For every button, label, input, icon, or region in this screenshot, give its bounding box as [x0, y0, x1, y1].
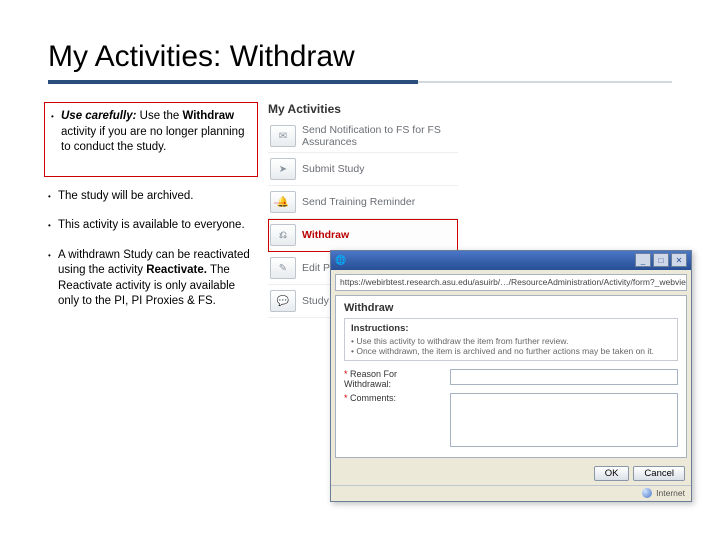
activity-send-notification[interactable]: ✉ Send Notification to FS for FS Assuran…	[268, 120, 458, 153]
bullet-reactivate: A withdrawn Study can be reactivated usi…	[48, 248, 258, 310]
mail-icon: ✉	[270, 125, 296, 147]
title-rule	[48, 80, 672, 84]
comments-label: * Comments:	[344, 393, 444, 403]
browser-icon: 🌐	[335, 255, 346, 266]
ok-button[interactable]: OK	[594, 466, 630, 481]
dialog-titlebar: 🌐 _ □ ✕	[331, 251, 691, 270]
reason-label: * Reason For Withdrawal:	[344, 369, 444, 389]
cancel-button[interactable]: Cancel	[633, 466, 685, 481]
slide-title: My Activities: Withdraw	[48, 40, 672, 74]
activity-submit-study[interactable]: ➤ Submit Study	[268, 153, 458, 186]
withdraw-icon: ⎌	[270, 224, 296, 246]
close-button[interactable]: ✕	[671, 253, 687, 267]
bullet-archived: The study will be archived.	[48, 189, 258, 205]
address-bar[interactable]: https://webirbtest.research.asu.edu/asui…	[335, 274, 687, 291]
comment-icon: 💬	[270, 290, 296, 312]
instruction-bullets: Use carefully: Use the Withdraw activity…	[48, 102, 258, 324]
minimize-button[interactable]: _	[635, 253, 651, 267]
withdraw-dialog: 🌐 _ □ ✕ https://webirbtest.research.asu.…	[330, 250, 692, 502]
activity-send-training[interactable]: 🔔 Send Training Reminder	[268, 186, 458, 219]
globe-icon	[642, 488, 652, 498]
reason-input[interactable]	[450, 369, 678, 385]
instructions-box: Instructions: • Use this activity to wit…	[344, 318, 678, 361]
withdraw-word: Withdraw	[182, 110, 234, 122]
dialog-heading: Withdraw	[344, 302, 678, 314]
comments-textarea[interactable]	[450, 393, 678, 447]
warning-box: Use carefully: Use the Withdraw activity…	[44, 102, 258, 177]
edit-icon: ✎	[270, 257, 296, 279]
bullet-availability: This activity is available to everyone.	[48, 218, 258, 234]
my-activities-header: My Activities	[268, 102, 458, 116]
maximize-button[interactable]: □	[653, 253, 669, 267]
status-bar: Internet	[331, 485, 691, 501]
bell-icon: 🔔	[270, 191, 296, 213]
use-carefully-label: Use carefully:	[61, 110, 136, 122]
submit-icon: ➤	[270, 158, 296, 180]
activity-withdraw[interactable]: ⎌ Withdraw	[268, 219, 458, 252]
